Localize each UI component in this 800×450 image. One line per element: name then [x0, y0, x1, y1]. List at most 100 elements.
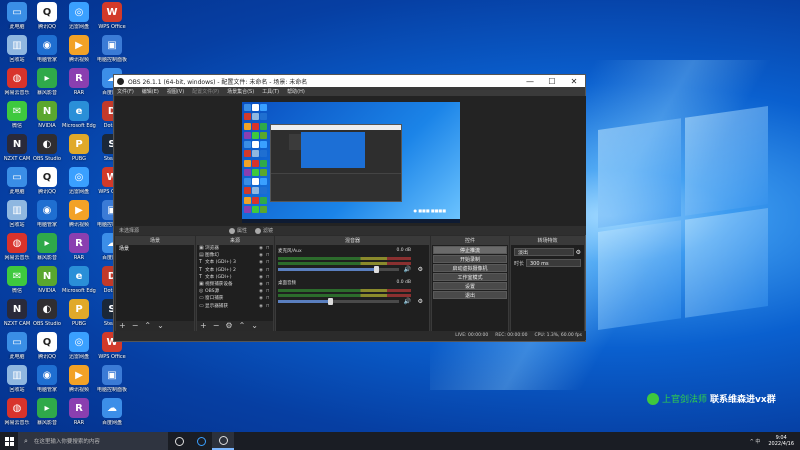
speaker-icon[interactable]: 🔊 — [404, 266, 411, 273]
remove-source-button[interactable]: − — [213, 322, 220, 330]
volume-slider-handle[interactable] — [374, 266, 380, 273]
source-item[interactable]: ▭ 显示器捕获 ◉ ⊓ — [197, 303, 273, 310]
gear-icon[interactable]: ⚙ — [418, 266, 423, 273]
menu-edit[interactable]: 编辑(E) — [142, 88, 159, 95]
obs-window[interactable]: OBS 26.1.1 (64-bit, windows) - 配置文件: 未命名… — [113, 74, 586, 342]
eye-icon[interactable]: ◉ — [259, 274, 266, 281]
eye-icon[interactable]: ◉ — [259, 245, 266, 252]
desktop-icon[interactable]: ▶ 腾讯视频 — [62, 365, 96, 393]
desktop-icon[interactable]: W WPS Office — [95, 2, 129, 30]
settings-button[interactable]: 设置 — [433, 282, 507, 290]
desktop-icon[interactable]: N NVIDIA — [30, 101, 64, 129]
eye-icon[interactable]: ◉ — [259, 267, 266, 274]
desktop-icon[interactable]: ◉ 电脑管家 — [30, 200, 64, 228]
desktop-icon[interactable]: R RAR — [62, 233, 96, 261]
eye-icon[interactable]: ◉ — [259, 295, 266, 302]
desktop-icon[interactable]: ▥ 回收站 — [0, 200, 34, 228]
eye-icon[interactable]: ◉ — [259, 288, 266, 295]
desktop-icon[interactable]: ◎ 迅雷网盘 — [62, 332, 96, 360]
source-item[interactable]: ▣ 浏览器 ◉ ⊓ — [197, 245, 273, 252]
desktop-icon[interactable]: R RAR — [62, 68, 96, 96]
desktop-icon[interactable]: ◉ 电脑管家 — [30, 35, 64, 63]
taskbar-app-obs[interactable] — [212, 432, 234, 450]
menu-scene-collection[interactable]: 场景集合(S) — [227, 88, 254, 95]
source-item[interactable]: T 文本 (GDI+) ◉ ⊓ — [197, 274, 273, 281]
obs-title-bar[interactable]: OBS 26.1.1 (64-bit, windows) - 配置文件: 未命名… — [114, 75, 585, 87]
desktop-icon[interactable]: ▸ 暴风影音 — [30, 68, 64, 96]
eye-icon[interactable]: ◉ — [259, 259, 266, 266]
start-button[interactable] — [0, 432, 18, 450]
stream-preview[interactable]: ● ■■■ ■■■■ — [242, 102, 460, 223]
stop-streaming-button[interactable]: 停止推流 — [433, 246, 507, 254]
menu-help[interactable]: 帮助(H) — [287, 88, 305, 95]
desktop-icon[interactable]: ▭ 此电脑 — [0, 332, 34, 360]
taskbar-app-edge[interactable] — [190, 432, 212, 450]
desktop-icon[interactable]: ✉ 微信 — [0, 101, 34, 129]
lock-icon[interactable]: ⊓ — [266, 281, 273, 288]
menu-view[interactable]: 视图(V) — [167, 88, 184, 95]
eye-icon[interactable]: ◉ — [259, 281, 266, 288]
desktop-icon[interactable]: ◐ OBS Studio — [30, 299, 64, 327]
desktop-icon[interactable]: R RAR — [62, 398, 96, 426]
filters-button[interactable]: 滤镜 — [255, 227, 273, 234]
desktop-icon[interactable]: ▥ 回收站 — [0, 35, 34, 63]
eye-icon[interactable]: ◉ — [259, 303, 266, 310]
menu-profile[interactable]: 配置文件(P) — [192, 88, 219, 95]
move-scene-down-button[interactable]: ⌄ — [157, 322, 164, 330]
source-item[interactable]: ▤ 图像幻 ◉ ⊓ — [197, 252, 273, 259]
source-item[interactable]: ▣ 视频捕获设备 ◉ ⊓ — [197, 281, 273, 288]
menu-file[interactable]: 文件(F) — [117, 88, 134, 95]
desktop-icon[interactable]: Q 腾讯QQ — [30, 167, 64, 195]
desktop-icon[interactable]: ◍ 网易云音乐 — [0, 233, 34, 261]
lock-icon[interactable]: ⊓ — [266, 267, 273, 274]
desktop-icon[interactable]: P PUBG — [62, 299, 96, 327]
desktop-icon[interactable]: ▶ 腾讯视频 — [62, 200, 96, 228]
lock-icon[interactable]: ⊓ — [266, 303, 273, 310]
desktop-icon[interactable]: ▣ 电脑控制面板 — [95, 365, 129, 393]
lock-icon[interactable]: ⊓ — [266, 245, 273, 252]
desktop-icon[interactable]: Q 腾讯QQ — [30, 2, 64, 30]
desktop-icon[interactable]: ◍ 网易云音乐 — [0, 398, 34, 426]
add-scene-button[interactable]: + — [119, 322, 126, 330]
gear-icon[interactable]: ⚙ — [576, 249, 581, 256]
close-button[interactable]: ✕ — [563, 75, 585, 87]
desktop-icon[interactable]: ◍ 网易云音乐 — [0, 68, 34, 96]
start-recording-button[interactable]: 开始录制 — [433, 255, 507, 263]
desktop-icon[interactable]: ◎ 迅雷网盘 — [62, 167, 96, 195]
lock-icon[interactable]: ⊓ — [266, 252, 273, 259]
volume-slider[interactable] — [278, 268, 399, 271]
desktop-icon[interactable]: N NZXT CAM — [0, 134, 34, 162]
clock[interactable]: 9:04 2022/4/16 — [768, 435, 794, 447]
desktop-icon[interactable]: ▸ 暴风影音 — [30, 398, 64, 426]
desktop-icon[interactable]: ✉ 微信 — [0, 266, 34, 294]
remove-scene-button[interactable]: − — [132, 322, 139, 330]
desktop-icon[interactable]: e Microsoft Edge — [62, 101, 96, 129]
desktop-icon[interactable]: ▸ 暴风影音 — [30, 233, 64, 261]
lock-icon[interactable]: ⊓ — [266, 288, 273, 295]
source-item[interactable]: T 文本 (GDI+) 3 ◉ ⊓ — [197, 259, 273, 266]
desktop-icon[interactable]: ◎ 迅雷网盘 — [62, 2, 96, 30]
desktop-icon[interactable]: N NVIDIA — [30, 266, 64, 294]
source-item[interactable]: ▭ 窗口捕获 ◉ ⊓ — [197, 295, 273, 302]
lock-icon[interactable]: ⊓ — [266, 274, 273, 281]
source-item[interactable]: T 文本 (GDI+) 2 ◉ ⊓ — [197, 267, 273, 274]
lock-icon[interactable]: ⊓ — [266, 295, 273, 302]
desktop-icon[interactable]: P PUBG — [62, 134, 96, 162]
desktop-icon[interactable]: ▭ 此电脑 — [0, 2, 34, 30]
desktop-icon[interactable]: ▥ 回收站 — [0, 365, 34, 393]
tray-icons[interactable]: ^ 中 — [750, 438, 761, 445]
desktop-icon[interactable]: ▣ 电脑控制面板 — [95, 35, 129, 63]
volume-slider[interactable] — [278, 300, 399, 303]
move-source-down-button[interactable]: ⌄ — [251, 322, 258, 330]
desktop-icon[interactable]: ☁ 百度网盘 — [95, 398, 129, 426]
menu-tools[interactable]: 工具(T) — [262, 88, 279, 95]
taskbar-search[interactable]: ⌕ 在这里输入你要搜索的内容 — [18, 432, 168, 450]
exit-button[interactable]: 退出 — [433, 291, 507, 299]
move-scene-up-button[interactable]: ⌃ — [144, 322, 151, 330]
move-source-up-button[interactable]: ⌃ — [239, 322, 246, 330]
desktop-icon[interactable]: Q 腾讯QQ — [30, 332, 64, 360]
source-item[interactable]: ◎ OBS源 ◉ ⊓ — [197, 288, 273, 295]
desktop-icon[interactable]: ▭ 此电脑 — [0, 167, 34, 195]
task-view-button[interactable] — [168, 432, 190, 450]
desktop-icon[interactable]: ◉ 电脑管家 — [30, 365, 64, 393]
